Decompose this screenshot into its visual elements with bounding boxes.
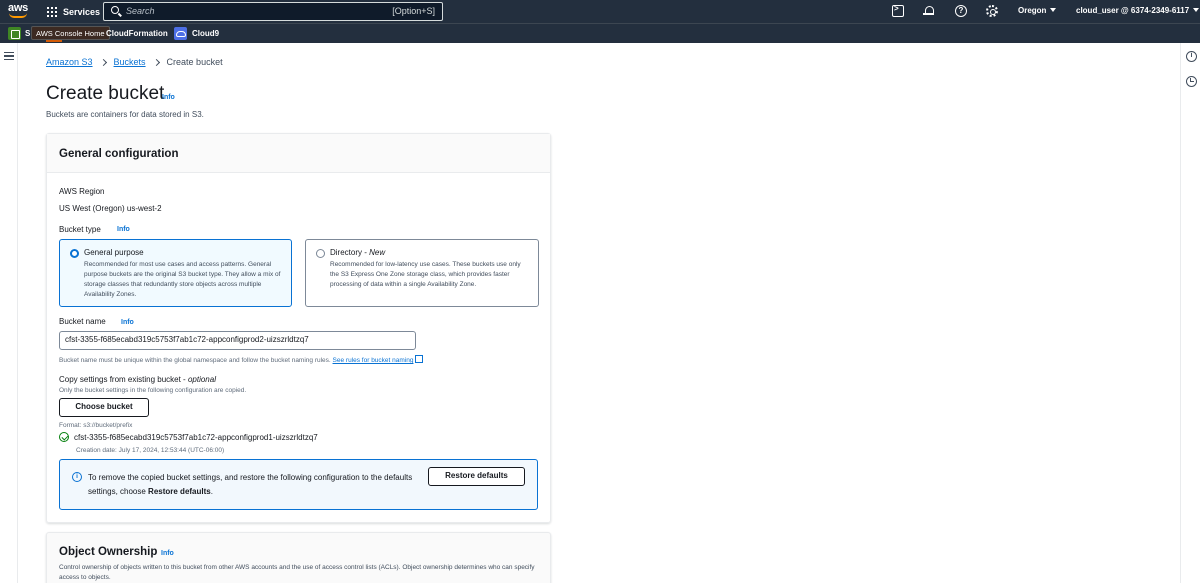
favorite-s3-label[interactable]: S (25, 29, 30, 38)
right-rail: i (1180, 43, 1200, 583)
history-icon[interactable] (1186, 76, 1197, 87)
top-navigation: aws Services Search [Option+S] ? Oregon … (0, 0, 1200, 23)
option-title: Directory - (330, 248, 370, 257)
bucket-name-hint: Bucket name must be unique within the gl… (59, 357, 331, 364)
breadcrumb: Amazon S3 Buckets Create bucket (46, 57, 223, 67)
caret-down-icon (1050, 8, 1057, 12)
object-ownership-description: Control ownership of objects written to … (59, 564, 535, 581)
services-menu-button[interactable]: Services (47, 3, 100, 20)
help-icon[interactable]: ? (955, 5, 967, 17)
cloudshell-icon[interactable] (892, 4, 904, 17)
caret-down-icon (1193, 8, 1200, 12)
bucket-type-info-link[interactable]: Info (117, 226, 130, 233)
page-info-link[interactable]: Info (162, 94, 175, 101)
copy-settings-label: Copy settings from existing bucket - (59, 375, 188, 384)
search-placeholder: Search (126, 6, 155, 16)
general-configuration-panel: General configuration AWS Region US West… (46, 133, 551, 523)
page-title: Create bucket (46, 83, 165, 104)
page-description: Buckets are containers for data stored i… (46, 110, 204, 119)
selected-source-bucket: cfst-3355-f685ecabd319c5753f7ab1c72-appc… (74, 433, 318, 442)
option-description: Recommended for low-latency use cases. T… (330, 261, 521, 288)
new-tag: New (369, 248, 386, 257)
bucket-name-label: Bucket name (59, 317, 106, 326)
restore-defaults-button[interactable]: Restore defaults (428, 467, 525, 486)
option-title: General purpose (84, 248, 144, 257)
restore-defaults-alert: i To remove the copied bucket settings, … (59, 459, 538, 510)
radio-unselected[interactable] (316, 249, 325, 258)
alert-text: To remove the copied bucket settings, an… (88, 473, 413, 496)
favorite-cloudformation[interactable]: CloudFormation (106, 29, 168, 38)
services-label: Services (63, 6, 101, 17)
bucket-name-info-link[interactable]: Info (121, 319, 134, 326)
console-home-tooltip: AWS Console Home (31, 26, 110, 40)
region-selector[interactable]: Oregon (1018, 6, 1057, 15)
notifications-icon[interactable] (923, 5, 935, 17)
format-hint: Format: s3://bucket/prefix (59, 422, 133, 429)
option-description: Recommended for most use cases and acces… (84, 261, 281, 298)
grid-icon (47, 6, 57, 17)
favorites-bar: S AWS Console Home CloudFormation Cloud9 (0, 23, 1200, 43)
left-rail (0, 43, 18, 583)
breadcrumb-buckets[interactable]: Buckets (114, 57, 146, 67)
aws-region-label: AWS Region (59, 187, 105, 196)
account-menu[interactable]: cloud_user @ 6374-2349-6117 (1076, 6, 1200, 15)
chevron-right-icon (99, 58, 107, 66)
alert-bold: Restore defaults (148, 487, 211, 496)
panel-title: General configuration (59, 148, 179, 160)
bucket-type-general-purpose[interactable]: General purpose Recommended for most use… (59, 239, 292, 307)
aws-region-value: US West (Oregon) us-west-2 (59, 204, 162, 213)
breadcrumb-current: Create bucket (166, 57, 223, 67)
search-input[interactable]: Search [Option+S] (103, 2, 443, 21)
bucket-type-directory[interactable]: Directory - New Recommended for low-late… (305, 239, 539, 307)
info-panel-icon[interactable]: i (1186, 51, 1197, 62)
radio-selected[interactable] (70, 249, 79, 258)
object-ownership-info-link[interactable]: Info (161, 550, 174, 557)
search-shortcut: [Option+S] (392, 6, 435, 16)
search-icon (111, 6, 119, 14)
success-check-icon (59, 432, 69, 442)
naming-rules-link[interactable]: See rules for bucket naming (333, 357, 414, 364)
copy-settings-hint: Only the bucket settings in the followin… (59, 387, 247, 394)
cloud9-service-icon[interactable] (174, 27, 187, 40)
settings-gear-icon[interactable] (986, 5, 998, 17)
menu-icon[interactable] (4, 52, 14, 60)
optional-tag: optional (187, 375, 216, 384)
info-icon: i (72, 472, 82, 482)
object-ownership-title: Object Ownership (59, 546, 158, 558)
object-ownership-panel: Object Ownership Info Control ownership … (46, 532, 551, 583)
choose-bucket-button[interactable]: Choose bucket (59, 398, 149, 417)
breadcrumb-amazon-s3[interactable]: Amazon S3 (46, 57, 93, 67)
favorite-cloud9[interactable]: Cloud9 (192, 29, 219, 38)
bucket-name-input[interactable]: cfst-3355-f685ecabd319c5753f7ab1c72-appc… (59, 331, 416, 350)
chevron-right-icon (152, 58, 160, 66)
aws-logo[interactable]: aws (8, 3, 30, 19)
bucket-type-label: Bucket type (59, 225, 101, 234)
s3-service-icon[interactable] (8, 27, 21, 40)
creation-date: Creation date: July 17, 2024, 12:53:44 (… (76, 447, 225, 454)
external-link-icon (415, 355, 424, 363)
